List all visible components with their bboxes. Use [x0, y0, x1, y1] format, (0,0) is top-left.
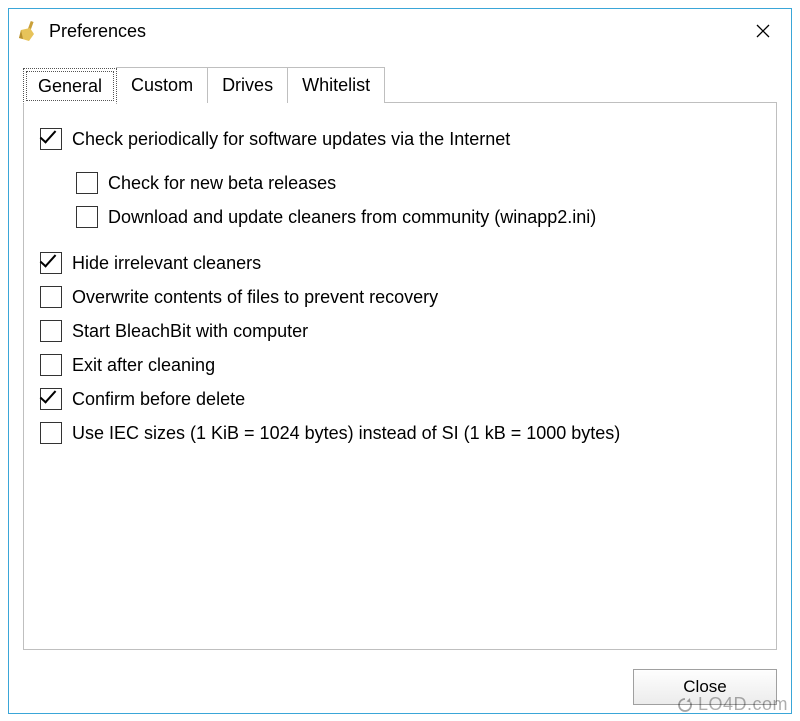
label-winapp2: Download and update cleaners from commun…	[108, 203, 596, 231]
checkbox-confirm-delete[interactable]	[40, 388, 62, 410]
checkbox-winapp2[interactable]	[76, 206, 98, 228]
checkbox-overwrite[interactable]	[40, 286, 62, 308]
option-winapp2[interactable]: Download and update cleaners from commun…	[40, 203, 760, 231]
window-title: Preferences	[49, 21, 739, 42]
label-start-with: Start BleachBit with computer	[72, 317, 308, 345]
button-bar: Close	[9, 669, 791, 713]
titlebar: Preferences	[9, 9, 791, 53]
checkbox-beta[interactable]	[76, 172, 98, 194]
tab-strip: General Custom Drives Whitelist	[23, 67, 777, 103]
option-hide-irrelevant[interactable]: Hide irrelevant cleaners	[40, 249, 760, 277]
tab-drives[interactable]: Drives	[207, 67, 288, 103]
option-check-updates[interactable]: Check periodically for software updates …	[40, 125, 760, 153]
option-beta[interactable]: Check for new beta releases	[40, 169, 760, 197]
label-hide-irrelevant: Hide irrelevant cleaners	[72, 249, 261, 277]
option-iec-sizes[interactable]: Use IEC sizes (1 KiB = 1024 bytes) inste…	[40, 419, 760, 447]
label-beta: Check for new beta releases	[108, 169, 336, 197]
option-overwrite[interactable]: Overwrite contents of files to prevent r…	[40, 283, 760, 311]
checkbox-hide-irrelevant[interactable]	[40, 252, 62, 274]
checkbox-start-with[interactable]	[40, 320, 62, 342]
checkbox-exit-after[interactable]	[40, 354, 62, 376]
label-check-updates: Check periodically for software updates …	[72, 125, 510, 153]
label-overwrite: Overwrite contents of files to prevent r…	[72, 283, 438, 311]
label-exit-after: Exit after cleaning	[72, 351, 215, 379]
tab-whitelist[interactable]: Whitelist	[287, 67, 385, 103]
tab-general[interactable]: General	[23, 68, 117, 104]
close-icon[interactable]	[739, 9, 787, 53]
tab-custom[interactable]: Custom	[116, 67, 208, 103]
checkbox-iec-sizes[interactable]	[40, 422, 62, 444]
checkbox-check-updates[interactable]	[40, 128, 62, 150]
preferences-window: Preferences General Custom Drives Whitel…	[8, 8, 792, 714]
broom-icon	[17, 20, 39, 42]
label-iec-sizes: Use IEC sizes (1 KiB = 1024 bytes) inste…	[72, 419, 620, 447]
label-confirm-delete: Confirm before delete	[72, 385, 245, 413]
tab-page-general: Check periodically for software updates …	[23, 102, 777, 650]
option-exit-after[interactable]: Exit after cleaning	[40, 351, 760, 379]
tabs-container: General Custom Drives Whitelist Check pe…	[9, 53, 791, 669]
close-button[interactable]: Close	[633, 669, 777, 705]
option-start-with[interactable]: Start BleachBit with computer	[40, 317, 760, 345]
option-confirm-delete[interactable]: Confirm before delete	[40, 385, 760, 413]
